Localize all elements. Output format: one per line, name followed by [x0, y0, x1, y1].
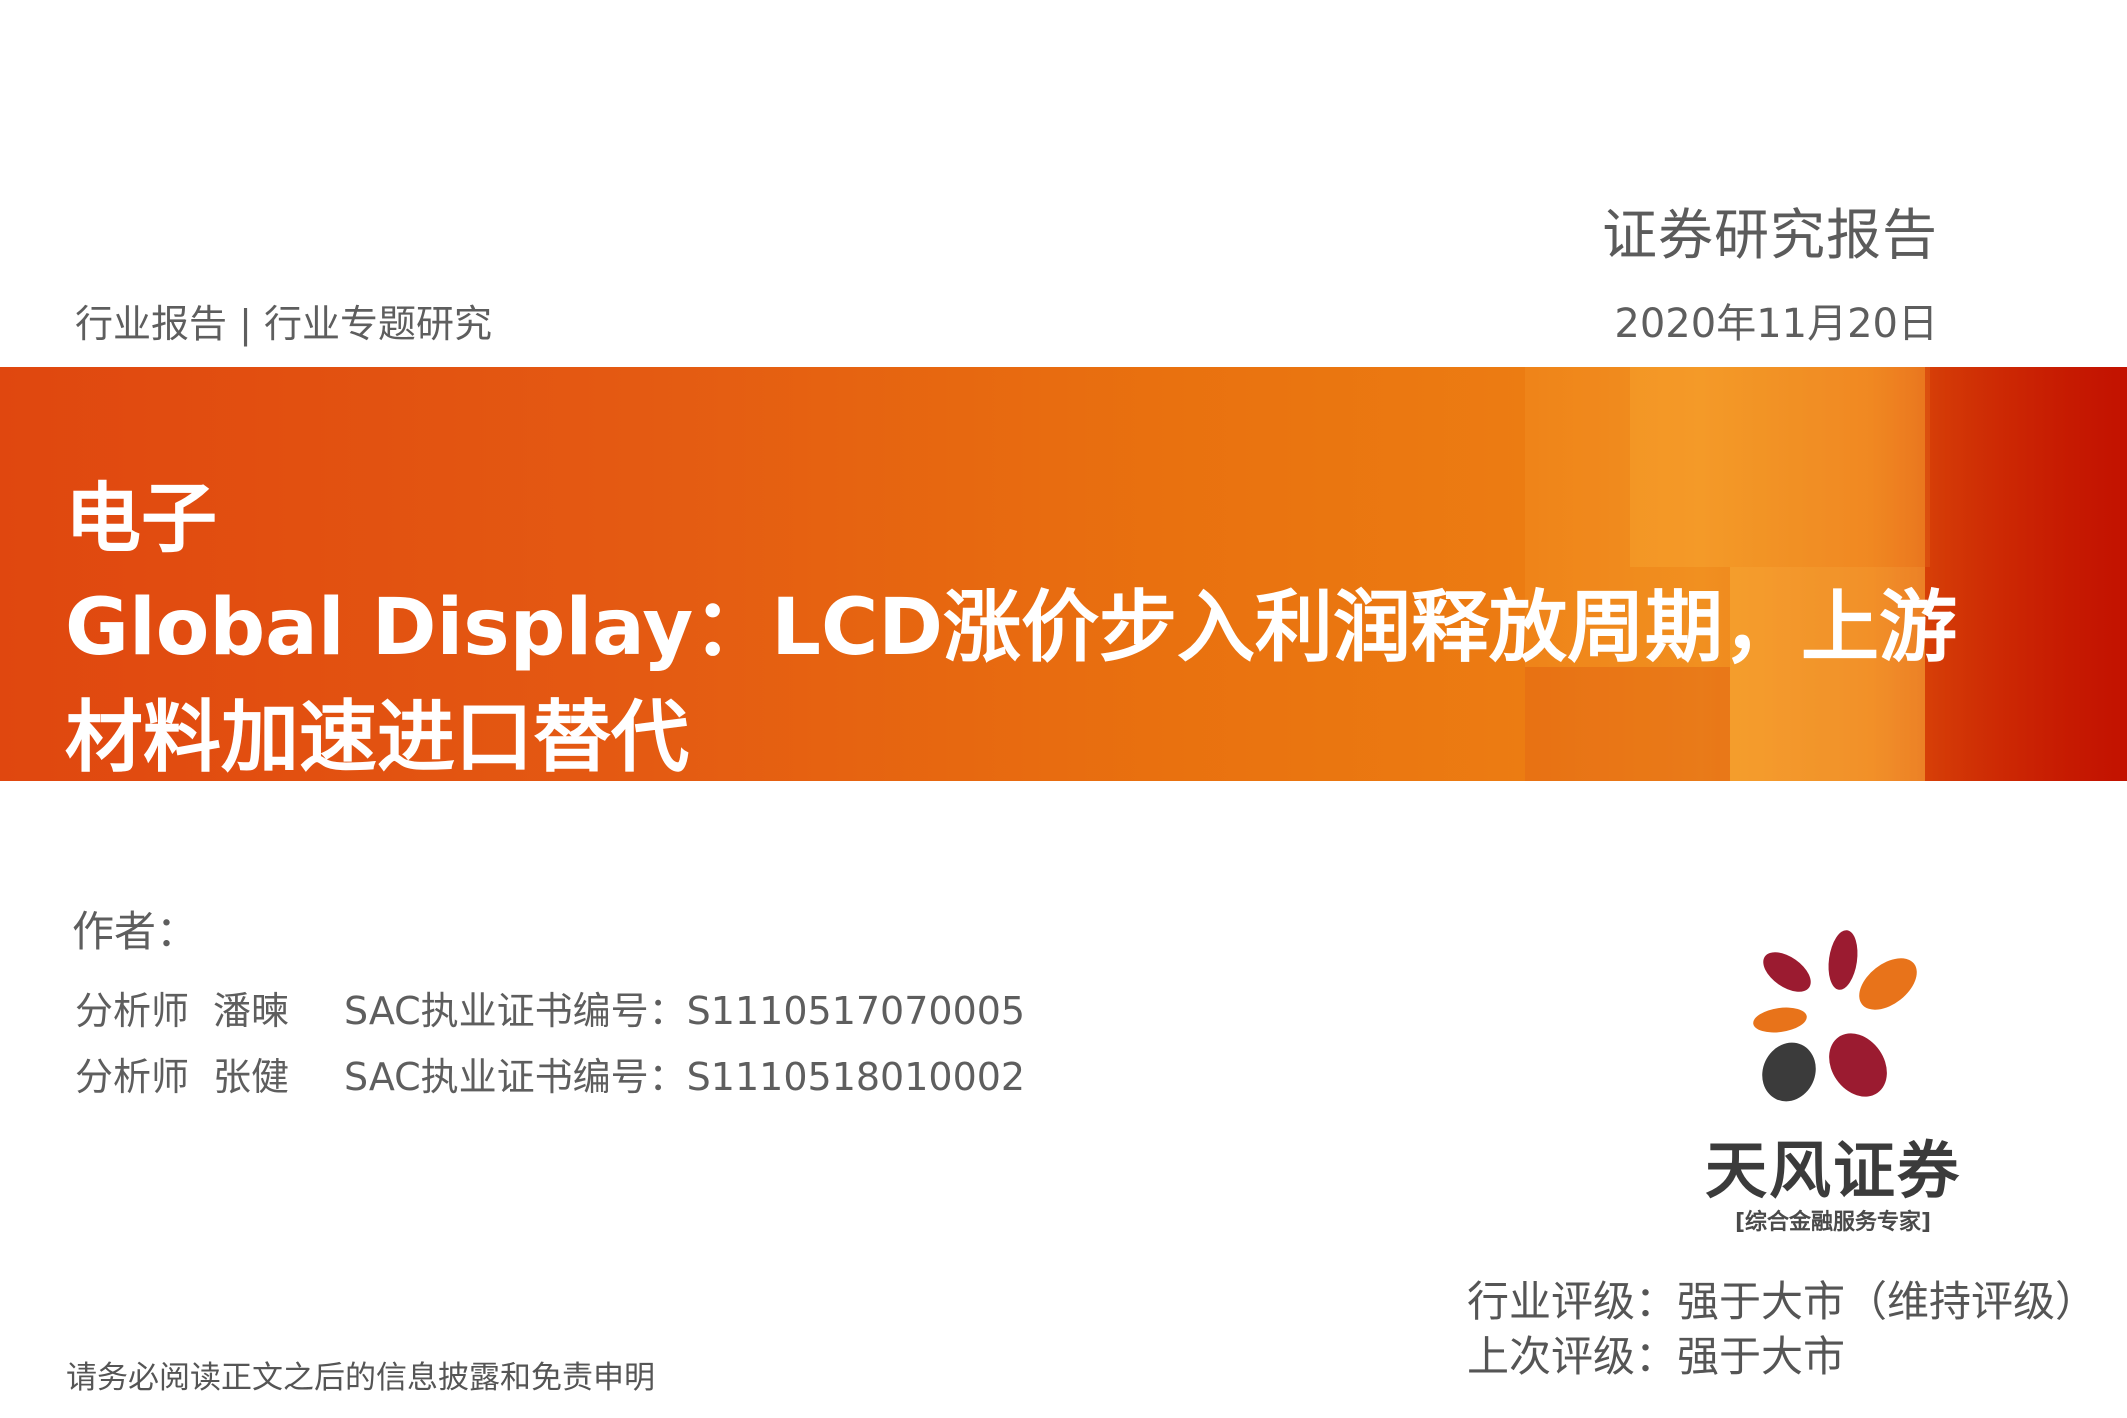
banner-decor-tile — [1525, 667, 1730, 781]
report-title-line-1: Global Display：LCD涨价步入利润释放周期，上游 — [65, 583, 1957, 673]
banner-decor-tile — [1630, 367, 1930, 567]
analyst-cert: SAC执业证书编号：S1110517070005 — [344, 989, 1026, 1033]
title-banner: 电子 Global Display：LCD涨价步入利润释放周期，上游 材料加速进… — [0, 367, 2127, 781]
analyst-role: 分析师 — [75, 1055, 190, 1099]
analyst-row: 分析师 潘暕 SAC执业证书编号：S1110517070005 — [75, 980, 1025, 1035]
logo-tagline: [综合金融服务专家] — [1734, 1210, 1932, 1235]
analyst-row: 分析师 张健 SAC执业证书编号：S1110518010002 — [75, 1046, 1025, 1101]
company-logo: 天风证券 [综合金融服务专家] — [1688, 922, 1978, 1235]
authors-label: 作者： — [72, 907, 199, 956]
analyst-role: 分析师 — [75, 989, 190, 1033]
disclaimer-text: 请务必阅读正文之后的信息披露和免责申明 — [66, 1360, 655, 1396]
analyst-name: 潘暕 — [213, 989, 290, 1033]
logo-wordmark: 天风证券 — [1704, 1134, 1961, 1207]
report-date: 2020年11月20日 — [1614, 301, 1938, 347]
flower-logo-icon — [1753, 930, 1917, 1102]
analyst-name: 张健 — [213, 1055, 290, 1099]
breadcrumb: 行业报告 | 行业专题研究 — [75, 302, 492, 346]
sector-label: 电子 — [65, 474, 217, 563]
industry-rating: 行业评级：强于大市（维持评级） — [1467, 1277, 2098, 1326]
report-title-line-2: 材料加速进口替代 — [65, 693, 690, 781]
previous-rating: 上次评级：强于大市 — [1467, 1332, 1846, 1381]
analyst-cert: SAC执业证书编号：S1110518010002 — [344, 1055, 1026, 1099]
report-type-heading: 证券研究报告 — [1601, 203, 1938, 267]
